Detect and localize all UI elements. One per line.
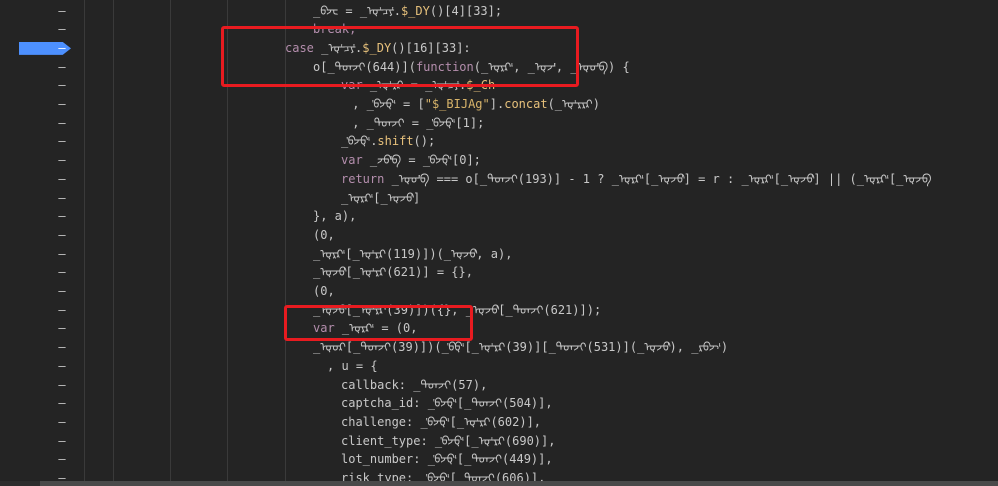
code-line[interactable]: – var _ᡇᠷᠷᡃ = (0,: [0, 319, 998, 338]
code-line[interactable]: – , u = {: [0, 357, 998, 376]
gutter-marker[interactable]: –: [55, 357, 69, 376]
code-line-text: , _ᠳᠳᡔᠶ = _ᡃᠪᡔᡇᡃ[1];: [352, 114, 484, 133]
code-token: _ᡇᡇᠷ[_ᠳᠳᡔᠶ(39)])(_ᡃᠪᡇᡃ[_ᡇᡃᠷᠷ(39)][_ᠳᠳᡔᠶ(…: [313, 340, 729, 355]
gutter-marker: –: [58, 40, 66, 55]
code-line[interactable]: – return _ᡇᡇᡃᡃᠪ === o[_ᠳᠳᡔᠶ(193)] - 1 ? _…: [0, 170, 998, 189]
code-token: ].: [489, 97, 505, 111]
code-line[interactable]: – lot_number: _ᡃᠪᡔᡇᡃ[_ᠳᠳᡔᠶ(449)],: [0, 450, 998, 469]
code-line[interactable]: – var _ᡔᠪᡃᠪ = _ᡃᠪᡔᡇᡃ[0];: [0, 151, 998, 170]
property-token: $_DY: [400, 3, 430, 18]
code-token: }, a),: [313, 209, 357, 224]
highlight-box-var-declaration: [284, 305, 473, 341]
code-editor: – _ᠪᡔᡄ = _ᡇᡃᠴᠶᡃ.$_DY()[4][33]; – break; – cas…: [0, 0, 998, 486]
code-token: challenge: _ᡃᠪᡔᡇᡃ[_ᡇᡃᠷᠷ(602)],: [341, 414, 542, 429]
code-line-text: _ᡇᠷᠷᡃ[_ᡇᡔᠪᡃ]: [341, 189, 420, 208]
gutter-marker[interactable]: –: [55, 20, 69, 39]
code-token: _ᡇᡔᠪᡃ[_ᡇᡃᠷᠷ(621)] = {},: [313, 265, 473, 280]
property-token: shift: [377, 134, 414, 149]
code-token: ();: [413, 134, 436, 149]
code-line[interactable]: – challenge: _ᡃᠪᡔᡇᡃ[_ᡇᡃᠷᠷ(602)],: [0, 413, 998, 432]
code-line[interactable]: – _ᡇᡔᠪᡃ[_ᡇᡃᠷᠷ(39)])({}, _ᡇᡔᠪᡃ[_ᠳᠳᡔᠶ(621)]…: [0, 301, 998, 320]
gutter-marker[interactable]: –: [55, 114, 69, 133]
code-line[interactable]: – _ᡇᠷᠷᡃ[_ᡇᡔᠪᡃ]: [0, 189, 998, 208]
horizontal-scrollbar[interactable]: [0, 481, 998, 486]
code-line-text: client_type: _ᡃᠪᡔᡇᡃ[_ᡇᡃᠷᠷ(690)],: [341, 432, 555, 451]
code-token: _ᡔᠪᡃᠪ = _ᡃᠪᡔᡇᡃ[0];: [369, 153, 481, 168]
keyword-token: return: [341, 171, 392, 186]
gutter-marker[interactable]: –: [55, 58, 69, 77]
gutter-marker[interactable]: –: [55, 245, 69, 264]
code-line[interactable]: – , _ᡃᠪᡔᡇᡃ = ["$_BIJAg"].concat(_ᡇᡃᠷᠷᠷ): [0, 95, 998, 114]
code-line-text: , u = {: [327, 357, 378, 376]
code-line[interactable]: – client_type: _ᡃᠪᡔᡇᡃ[_ᡇᡃᠷᠷ(690)],: [0, 432, 998, 451]
code-token: , u = {: [327, 358, 378, 373]
code-line-text: }, a),: [313, 207, 356, 226]
code-line-text: _ᡇᠷᠷᡃ[_ᡇᡃᠷᠷ(119)])(_ᡇᡔᠪᡃ, a),: [313, 245, 512, 264]
property-token: concat: [504, 97, 548, 111]
highlight-box-case-block: [221, 26, 579, 87]
gutter-marker[interactable]: –: [55, 394, 69, 413]
string-token: "$_BIJAg": [424, 97, 490, 111]
gutter-marker[interactable]: –: [55, 170, 69, 189]
gutter-marker[interactable]: –: [55, 432, 69, 451]
code-token: _ᡃᠪᡔᡇᡃ.: [341, 134, 378, 149]
keyword-token: var: [341, 153, 370, 168]
gutter-marker[interactable]: –: [55, 95, 69, 114]
code-line[interactable]: – _ᠪᡔᡄ = _ᡇᡃᠴᠶᡃ.$_DY()[4][33];: [0, 2, 998, 21]
gutter-marker[interactable]: –: [55, 151, 69, 170]
gutter-marker[interactable]: –: [55, 207, 69, 226]
gutter-marker[interactable]: –: [55, 282, 69, 301]
code-line-text: captcha_id: _ᡃᠪᡔᡇᡃ[_ᠳᠳᡔᠶ(504)],: [341, 394, 553, 413]
code-line-text: (0,: [313, 226, 335, 245]
code-token: (0,: [313, 284, 335, 298]
code-line-text: lot_number: _ᡃᠪᡔᡇᡃ[_ᠳᠳᡔᠶ(449)],: [341, 450, 553, 469]
code-line-text: return _ᡇᡇᡃᡃᠪ === o[_ᠳᠳᡔᠶ(193)] - 1 ? _ᡇ…: [341, 170, 932, 189]
code-line[interactable]: – _ᡃᠪᡔᡇᡃ.shift();: [0, 132, 998, 151]
gutter-marker[interactable]: –: [55, 338, 69, 357]
code-token: lot_number: _ᡃᠪᡔᡇᡃ[_ᠳᠳᡔᠶ(449)],: [341, 452, 553, 467]
code-token: ()[4][33];: [429, 3, 503, 18]
code-token: (0,: [313, 227, 335, 242]
gutter-marker[interactable]: –: [55, 301, 69, 320]
code-token: callback: _ᠳᠳᡔᠶ(57),: [341, 377, 488, 392]
code-line[interactable]: – captcha_id: _ᡃᠪᡔᡇᡃ[_ᠳᠳᡔᠶ(504)],: [0, 394, 998, 413]
gutter-marker[interactable]: –: [55, 413, 69, 432]
gutter-marker[interactable]: –: [55, 132, 69, 151]
code-line[interactable]: – _ᡇᠷᠷᡃ[_ᡇᡃᠷᠷ(119)])(_ᡇᡔᠪᡃ, a),: [0, 245, 998, 264]
code-token: , _ᠳᠳᡔᠶ = _ᡃᠪᡔᡇᡃ[1];: [352, 115, 485, 130]
code-token: _ᡇᠷᠷᡃ[_ᡇᡔᠪᡃ]: [341, 190, 421, 205]
code-line-text: (0,: [313, 282, 335, 301]
code-line[interactable]: – callback: _ᠳᠳᡔᠶ(57),: [0, 376, 998, 395]
code-line-text: callback: _ᠳᠳᡔᠶ(57),: [341, 376, 487, 395]
code-line[interactable]: – _ᡇᡔᠪᡃ[_ᡇᡃᠷᠷ(621)] = {},: [0, 263, 998, 282]
code-token: captcha_id: _ᡃᠪᡔᡇᡃ[_ᠳᠳᡔᠶ(504)],: [341, 396, 553, 411]
gutter-marker[interactable]: –: [55, 263, 69, 282]
gutter-marker[interactable]: –: [55, 319, 69, 338]
code-line-text: _ᡃᠪᡔᡇᡃ.shift();: [341, 132, 435, 151]
code-line[interactable]: – (0,: [0, 282, 998, 301]
code-line[interactable]: – (0,: [0, 226, 998, 245]
code-token: _ᠪᡔᡄ = _ᡇᡃᠴᠶᡃ.: [313, 3, 401, 18]
code-line-text: _ᡇᡔᠪᡃ[_ᡇᡃᠷᠷ(621)] = {},: [313, 263, 473, 282]
scrollbar-thumb[interactable]: [40, 481, 998, 486]
code-token: _ᡇᠷᠷᡃ[_ᡇᡃᠷᠷ(119)])(_ᡇᡔᠪᡃ, a),: [313, 246, 513, 261]
code-token: client_type: _ᡃᠪᡔᡇᡃ[_ᡇᡃᠷᠷ(690)],: [341, 433, 556, 448]
code-token: , _ᡃᠪᡔᡇᡃ = [: [352, 97, 425, 111]
code-token: _ᡇᡇᡃᡃᠪ === o[_ᠳᠳᡔᠶ(193)] - 1 ? _ᡇᠷᠷᡃ[_ᡇᡔ…: [391, 171, 932, 186]
code-line-text: challenge: _ᡃᠪᡔᡇᡃ[_ᡇᡃᠷᠷ(602)],: [341, 413, 541, 432]
code-line-text: var _ᡔᠪᡃᠪ = _ᡃᠪᡔᡇᡃ[0];: [341, 151, 481, 170]
code-line[interactable]: – , _ᠳᠳᡔᠶ = _ᡃᠪᡔᡇᡃ[1];: [0, 114, 998, 133]
code-line-text: _ᠪᡔᡄ = _ᡇᡃᠴᠶᡃ.$_DY()[4][33];: [313, 2, 502, 21]
gutter-marker[interactable]: –: [55, 2, 69, 21]
gutter-marker[interactable]: –: [55, 376, 69, 395]
code-token: (_ᡇᡃᠷᠷᠷ): [547, 97, 600, 111]
gutter-marker[interactable]: –: [55, 226, 69, 245]
gutter-marker[interactable]: –: [55, 450, 69, 469]
code-line[interactable]: – _ᡇᡇᠷ[_ᠳᠳᡔᠶ(39)])(_ᡃᠪᡇᡃ[_ᡇᡃᠷᠷ(39)][_ᠳᠳᡔᠶ…: [0, 338, 998, 357]
code-line[interactable]: – }, a),: [0, 207, 998, 226]
code-line-text: , _ᡃᠪᡔᡇᡃ = ["$_BIJAg"].concat(_ᡇᡃᠷᠷᠷ): [352, 95, 600, 114]
gutter-marker[interactable]: –: [55, 189, 69, 208]
gutter-marker[interactable]: –: [55, 76, 69, 95]
